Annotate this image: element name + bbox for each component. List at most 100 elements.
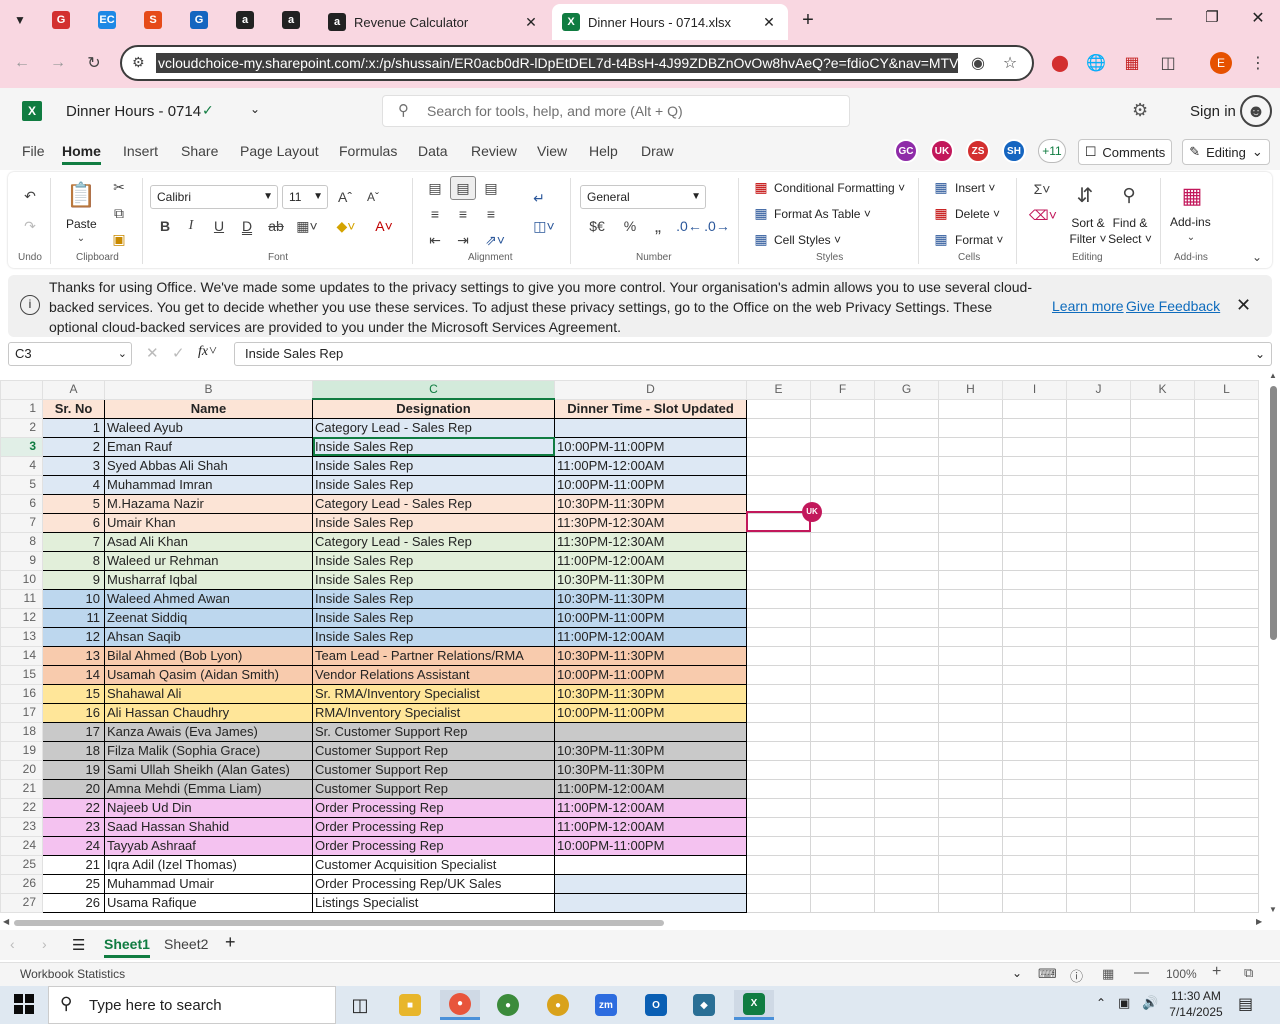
insert-cells-button[interactable]: Insert ˅ (955, 181, 995, 195)
bookmark-star-icon[interactable]: ☆ (996, 49, 1024, 77)
empty-cell[interactable] (1002, 474, 1067, 495)
designation-cell[interactable]: Inside Sales Rep (312, 607, 555, 628)
column-header[interactable]: H (938, 380, 1003, 400)
designation-cell[interactable]: Inside Sales Rep (312, 436, 555, 457)
chevron-down-icon[interactable]: ⌄ (1184, 232, 1198, 243)
empty-cell[interactable] (1002, 436, 1067, 457)
empty-cell[interactable] (874, 664, 939, 685)
time-cell[interactable]: 10:00PM-11:00PM (554, 474, 747, 495)
align-middle-icon[interactable]: ▤ (450, 176, 476, 200)
designation-cell[interactable]: Inside Sales Rep (312, 626, 555, 647)
empty-cell[interactable] (1002, 797, 1067, 818)
empty-cell[interactable] (1130, 892, 1195, 913)
empty-cell[interactable] (874, 398, 939, 419)
sr-cell[interactable]: 9 (42, 569, 105, 590)
empty-cell[interactable] (810, 417, 875, 438)
row-header[interactable]: 14 (0, 645, 43, 666)
tab-home[interactable]: Home (62, 143, 101, 165)
time-cell[interactable]: 11:30PM-12:30AM (554, 531, 747, 552)
sr-cell[interactable]: 10 (42, 588, 105, 609)
empty-cell[interactable] (874, 588, 939, 609)
name-cell[interactable]: Muhammad Umair (104, 873, 313, 894)
taskbar-clock[interactable]: 11:30 AM 7/14/2025 (1168, 988, 1224, 1020)
column-header[interactable]: K (1130, 380, 1195, 400)
empty-cell[interactable] (810, 740, 875, 761)
empty-cell[interactable] (1194, 721, 1259, 742)
empty-cell[interactable] (938, 854, 1003, 875)
empty-cell[interactable] (874, 626, 939, 647)
time-cell[interactable]: 10:30PM-11:30PM (554, 569, 747, 590)
find-select-button[interactable]: Find & Select ˅ (1106, 215, 1154, 247)
bold-icon[interactable]: B (156, 216, 174, 236)
time-cell[interactable]: 11:00PM-12:00AM (554, 797, 747, 818)
empty-cell[interactable] (1130, 759, 1195, 780)
insert-function-icon[interactable]: fx˅ (198, 344, 218, 360)
empty-cell[interactable] (938, 417, 1003, 438)
empty-cell[interactable] (810, 436, 875, 457)
empty-cell[interactable] (938, 531, 1003, 552)
sr-cell[interactable]: 8 (42, 550, 105, 571)
sr-cell[interactable]: 24 (42, 835, 105, 856)
borders-icon[interactable]: ▦˅ (294, 216, 320, 236)
increase-decimal-icon[interactable]: .0← (676, 216, 702, 236)
empty-cell[interactable] (1194, 797, 1259, 818)
empty-cell[interactable] (810, 398, 875, 419)
network-icon[interactable]: ▣ (1118, 995, 1130, 1011)
autosum-icon[interactable]: Σ˅ (1028, 180, 1056, 198)
name-cell[interactable]: Musharraf Iqbal (104, 569, 313, 590)
empty-cell[interactable] (938, 778, 1003, 799)
time-cell[interactable]: 11:00PM-12:00AM (554, 626, 747, 647)
ribbon-collapse-icon[interactable]: ⌄ (1248, 250, 1266, 264)
empty-cell[interactable] (938, 398, 1003, 419)
worksheet-grid[interactable]: A B C D E F G H I J K L 1 Sr. No Name Designation Dinner… (0, 380, 1268, 916)
empty-cell[interactable] (746, 455, 811, 476)
empty-cell[interactable] (1002, 550, 1067, 571)
next-sheet-icon[interactable]: › (42, 936, 47, 952)
chrome-profile-icon[interactable]: ● (488, 990, 528, 1020)
empty-cell[interactable] (938, 873, 1003, 894)
scroll-left-icon[interactable]: ◀ (3, 917, 9, 926)
empty-cell[interactable] (746, 588, 811, 609)
column-header[interactable]: I (1002, 380, 1067, 400)
delete-cells-icon[interactable]: ▦ (932, 204, 950, 222)
empty-cell[interactable] (746, 569, 811, 590)
empty-cell[interactable] (1066, 436, 1131, 457)
row-header[interactable]: 7 (0, 512, 43, 533)
empty-cell[interactable] (810, 797, 875, 818)
row-header[interactable]: 15 (0, 664, 43, 685)
empty-cell[interactable] (938, 569, 1003, 590)
name-cell[interactable]: Najeeb Ud Din (104, 797, 313, 818)
empty-cell[interactable] (1194, 512, 1259, 533)
empty-cell[interactable] (1066, 683, 1131, 704)
empty-cell[interactable] (1194, 702, 1259, 723)
tab-insert[interactable]: Insert (123, 143, 158, 159)
empty-cell[interactable] (938, 835, 1003, 856)
empty-cell[interactable] (1002, 835, 1067, 856)
tab-formulas[interactable]: Formulas (339, 143, 397, 159)
empty-cell[interactable] (1002, 873, 1067, 894)
empty-cell[interactable] (1194, 683, 1259, 704)
empty-cell[interactable] (1002, 778, 1067, 799)
empty-cell[interactable] (1002, 740, 1067, 761)
empty-cell[interactable] (1130, 683, 1195, 704)
empty-cell[interactable] (1130, 835, 1195, 856)
designation-cell[interactable]: Category Lead - Sales Rep (312, 531, 555, 552)
empty-cell[interactable] (1194, 436, 1259, 457)
pinned-tab[interactable]: G (180, 4, 218, 36)
formula-input[interactable]: Inside Sales Rep ⌄ (234, 342, 1272, 366)
designation-cell[interactable]: Team Lead - Partner Relations/RMA (312, 645, 555, 666)
empty-cell[interactable] (874, 493, 939, 514)
empty-cell[interactable] (938, 607, 1003, 628)
url-text[interactable]: vcloudchoice-my.sharepoint.com/:x:/p/shu… (156, 53, 958, 73)
empty-cell[interactable] (1066, 892, 1131, 913)
chevron-down-icon[interactable]: ⌄ (1012, 966, 1022, 980)
designation-cell[interactable]: RMA/Inventory Specialist (312, 702, 555, 723)
orientation-icon[interactable]: ⇗˅ (480, 230, 510, 250)
empty-cell[interactable] (810, 854, 875, 875)
empty-cell[interactable] (746, 607, 811, 628)
double-underline-icon[interactable]: D (238, 216, 256, 236)
collaborator-avatar[interactable]: SH (1002, 139, 1026, 163)
designation-cell[interactable]: Inside Sales Rep (312, 512, 555, 533)
name-cell[interactable]: Tayyab Ashraaf (104, 835, 313, 856)
sr-cell[interactable]: 7 (42, 531, 105, 552)
